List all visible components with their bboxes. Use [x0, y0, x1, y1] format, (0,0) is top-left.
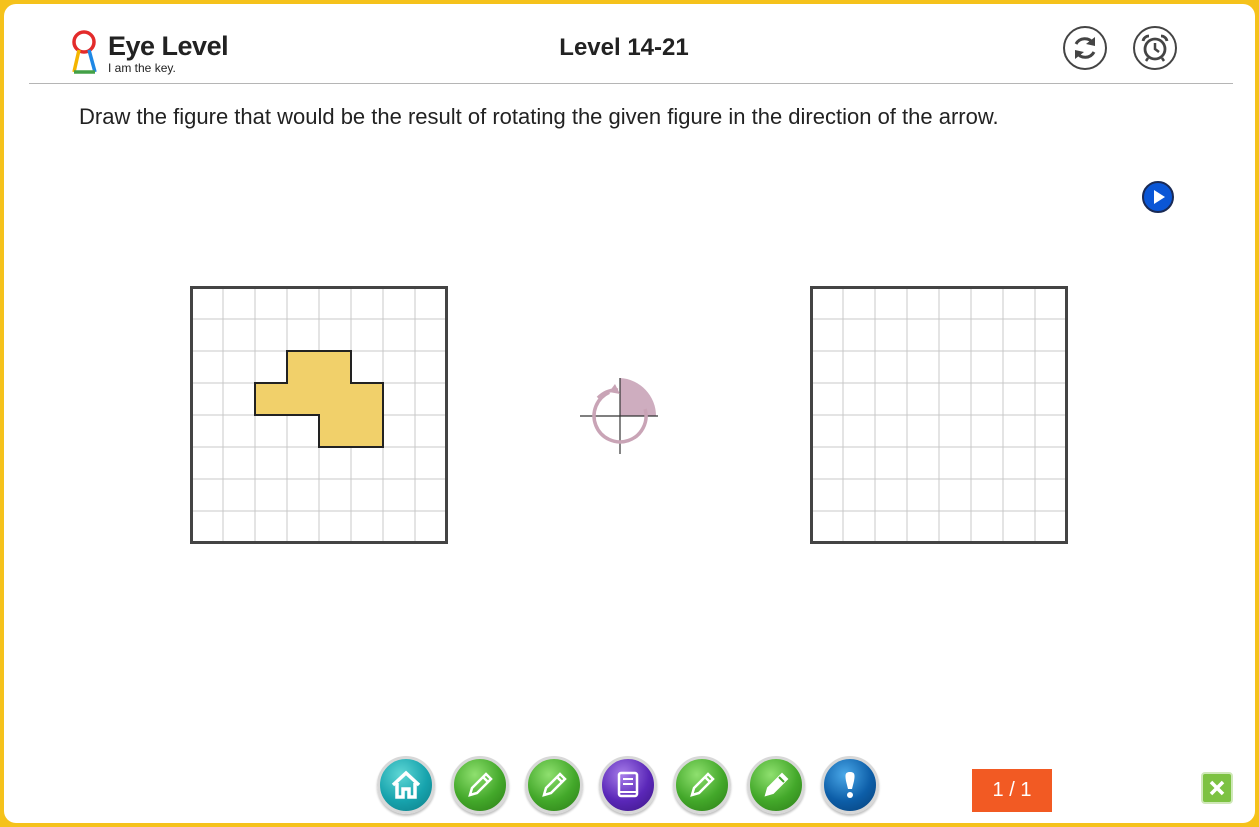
- pencil-tool-4-button[interactable]: [747, 756, 805, 814]
- refresh-button[interactable]: [1063, 26, 1107, 70]
- page-title: Level 14-21: [559, 34, 689, 61]
- question-text: Draw the figure that would be the result…: [79, 104, 999, 129]
- home-icon: [391, 770, 421, 799]
- logo-wordmark: Eye Level: [108, 31, 229, 61]
- close-icon: [1209, 780, 1225, 796]
- play-audio-button[interactable]: [1142, 181, 1174, 213]
- timer-button[interactable]: [1133, 26, 1177, 70]
- page-indicator: 1 / 1: [972, 769, 1052, 812]
- book-icon: [617, 771, 639, 798]
- given-figure-grid: [190, 286, 448, 544]
- pencil-icon: [690, 772, 715, 797]
- rotation-quarter-turn-icon: [580, 378, 658, 454]
- pencil-icon: [764, 772, 789, 797]
- pencil-tool-3-button[interactable]: [673, 756, 731, 814]
- keyhole-logo-icon: [72, 30, 97, 74]
- pencil-icon: [542, 772, 567, 797]
- home-button[interactable]: [377, 756, 435, 814]
- hint-button[interactable]: [821, 756, 879, 814]
- header-divider: [29, 83, 1233, 84]
- bottom-toolbar: [374, 756, 894, 816]
- exclamation-icon: [845, 772, 855, 798]
- eye-level-logo: Eye Level I am the key.: [70, 30, 240, 78]
- app-frame: Eye Level I am the key. Level 14-21 Draw…: [4, 4, 1255, 823]
- given-shape: [254, 350, 384, 448]
- close-button[interactable]: [1201, 772, 1233, 804]
- pencil-icon: [468, 772, 493, 797]
- answer-drawing-grid[interactable]: [810, 286, 1068, 544]
- logo-tagline: I am the key.: [108, 61, 176, 75]
- pencil-tool-2-button[interactable]: [525, 756, 583, 814]
- book-button[interactable]: [599, 756, 657, 814]
- alarm-clock-icon: [1141, 34, 1169, 62]
- pencil-tool-1-button[interactable]: [451, 756, 509, 814]
- refresh-icon: [1074, 37, 1096, 59]
